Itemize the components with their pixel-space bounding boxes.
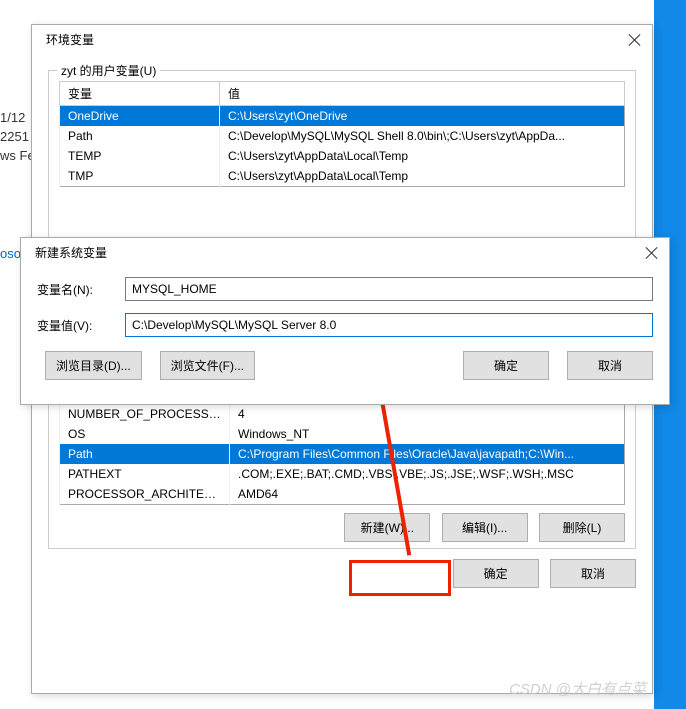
user-vars-table[interactable]: 变量 值 OneDriveC:\Users\zyt\OneDrivePathC:…	[59, 81, 625, 187]
browse-file-button[interactable]: 浏览文件(F)...	[160, 351, 255, 380]
table-row[interactable]: OSWindows_NT	[60, 424, 625, 444]
table-row[interactable]: PATHEXT.COM;.EXE;.BAT;.CMD;.VBS;.VBE;.JS…	[60, 464, 625, 484]
col-variable[interactable]: 变量	[60, 82, 220, 106]
ok-button[interactable]: 确定	[453, 559, 539, 588]
col-value[interactable]: 值	[220, 82, 625, 106]
browse-dir-button[interactable]: 浏览目录(D)...	[45, 351, 142, 380]
table-row[interactable]: TMPC:\Users\zyt\AppData\Local\Temp	[60, 166, 625, 187]
edit-button[interactable]: 编辑(I)...	[442, 513, 528, 542]
table-row[interactable]: NUMBER_OF_PROCESSORS4	[60, 404, 625, 424]
table-row[interactable]: TEMPC:\Users\zyt\AppData\Local\Temp	[60, 146, 625, 166]
env-dialog-title: 环境变量	[46, 31, 94, 48]
new-dialog-title: 新建系统变量	[35, 244, 107, 261]
table-row[interactable]: PathC:\Develop\MySQL\MySQL Shell 8.0\bin…	[60, 126, 625, 146]
value-label: 变量值(V):	[37, 317, 125, 334]
cancel-button[interactable]: 取消	[567, 351, 653, 380]
watermark: CSDN @大白有点菜	[509, 678, 646, 699]
annotation-box-new-button	[349, 560, 451, 596]
delete-button[interactable]: 删除(L)	[539, 513, 625, 542]
name-label: 变量名(N):	[37, 281, 125, 298]
new-button[interactable]: 新建(W)...	[344, 513, 430, 542]
ok-button[interactable]: 确定	[463, 351, 549, 380]
variable-name-input[interactable]	[125, 277, 653, 301]
cancel-button[interactable]: 取消	[550, 559, 636, 588]
close-icon[interactable]	[645, 246, 659, 260]
table-row[interactable]: PROCESSOR_ARCHITECT...AMD64	[60, 484, 625, 505]
table-row[interactable]: PathC:\Program Files\Common Files\Oracle…	[60, 444, 625, 464]
new-variable-dialog: 新建系统变量 变量名(N): 变量值(V): 浏览目录(D)... 浏览文件(F…	[20, 237, 670, 405]
variable-value-input[interactable]	[125, 313, 653, 337]
close-icon[interactable]	[628, 33, 642, 47]
table-row[interactable]: OneDriveC:\Users\zyt\OneDrive	[60, 106, 625, 127]
user-vars-label: zyt 的用户变量(U)	[57, 62, 160, 79]
